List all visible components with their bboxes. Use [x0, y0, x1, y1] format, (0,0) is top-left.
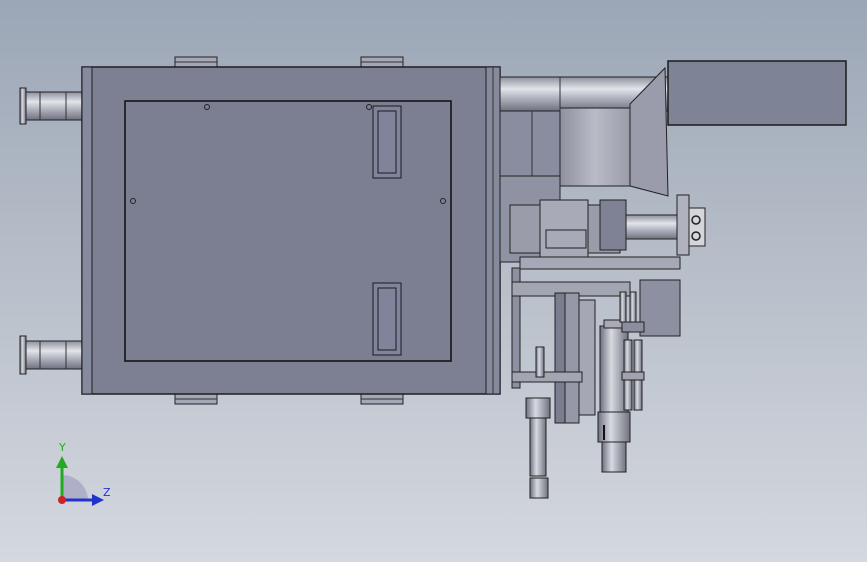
left-cylinder-top — [19, 87, 83, 125]
cad-model-view[interactable] — [0, 0, 867, 562]
left-cylinder-bottom — [19, 335, 83, 375]
cad-viewport[interactable]: Y Z — [0, 0, 867, 562]
z-axis-label: Z — [103, 486, 111, 499]
y-axis-label: Y — [59, 441, 66, 454]
drive-mechanism[interactable] — [499, 175, 706, 270]
sensor-probe — [525, 346, 551, 499]
main-housing[interactable] — [81, 66, 501, 395]
